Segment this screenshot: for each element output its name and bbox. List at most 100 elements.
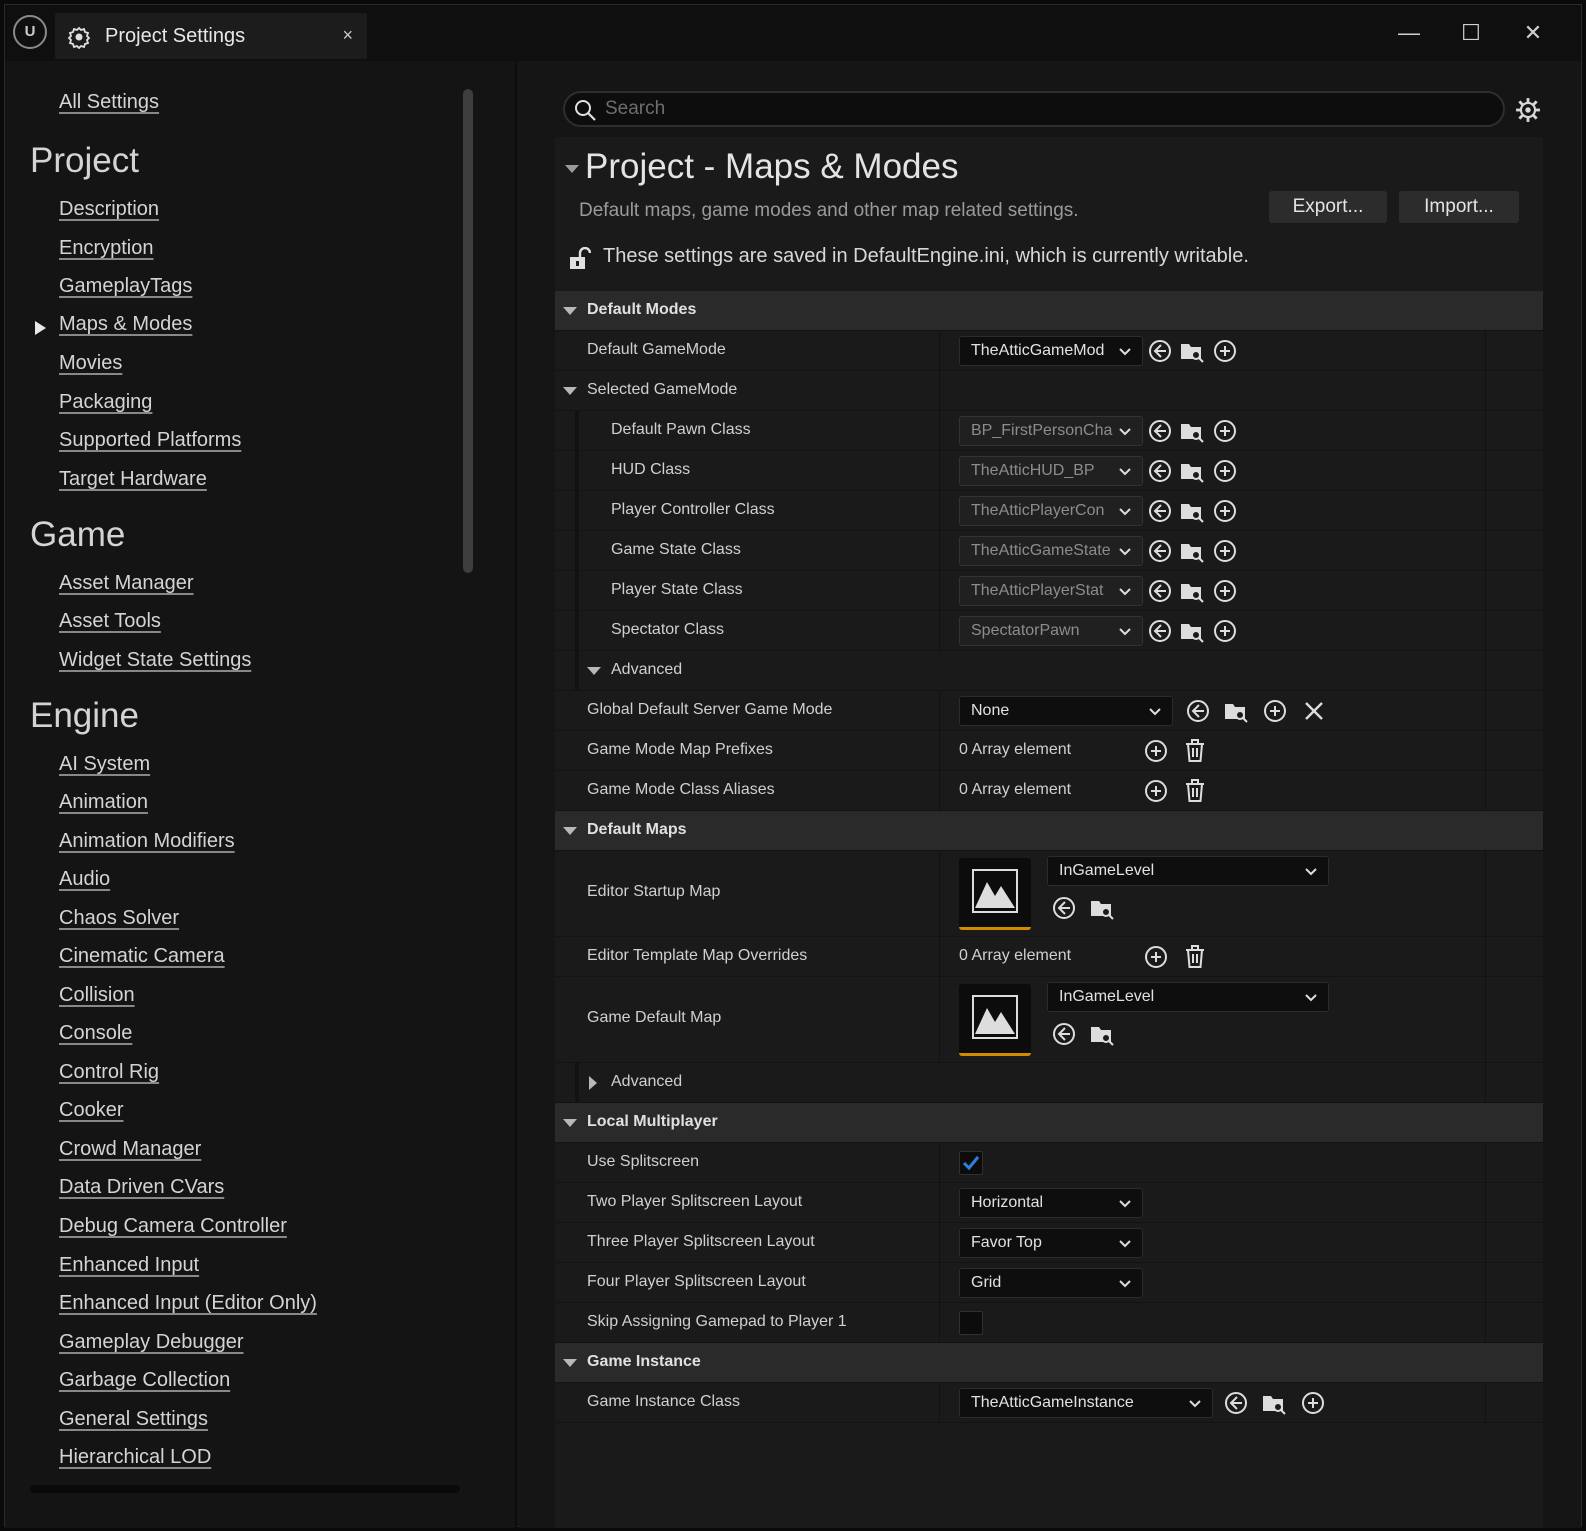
reset-arrow-icon[interactable] — [1147, 338, 1173, 364]
skip-gamepad-checkbox[interactable] — [959, 1311, 983, 1335]
add-circle-icon[interactable] — [1143, 944, 1169, 970]
maximize-button[interactable]: ☐ — [1451, 15, 1491, 51]
collapse-arrow-icon[interactable] — [563, 387, 577, 395]
tab-project-settings[interactable]: Project Settings × — [55, 13, 367, 59]
reset-arrow-icon[interactable] — [1051, 1021, 1077, 1047]
hud-class-dropdown[interactable]: TheAtticHUD_BP — [959, 456, 1143, 486]
editor-startup-map-dropdown[interactable]: InGameLevel — [1047, 856, 1329, 886]
row-advanced-modes[interactable]: Advanced — [555, 651, 1543, 691]
three-player-layout-dropdown[interactable]: Favor Top — [959, 1228, 1143, 1258]
sidebar-item-encryption[interactable]: Encryption — [59, 237, 154, 260]
use-splitscreen-checkbox[interactable] — [959, 1151, 983, 1175]
collapse-arrow-icon[interactable] — [563, 307, 577, 315]
add-circle-icon[interactable] — [1212, 618, 1238, 644]
player-controller-dropdown[interactable]: TheAtticPlayerCon — [959, 496, 1143, 526]
sidebar-item-movies[interactable]: Movies — [59, 352, 122, 375]
browse-folder-icon[interactable] — [1179, 618, 1205, 644]
close-window-button[interactable]: ✕ — [1513, 15, 1553, 51]
add-circle-icon[interactable] — [1212, 498, 1238, 524]
sidebar-item-widget-state-settings[interactable]: Widget State Settings — [59, 649, 251, 672]
category-local-multiplayer[interactable]: Local Multiplayer — [555, 1103, 1543, 1143]
search-input[interactable] — [605, 96, 1485, 122]
add-circle-icon[interactable] — [1143, 738, 1169, 764]
browse-folder-icon[interactable] — [1179, 498, 1205, 524]
reset-arrow-icon[interactable] — [1223, 1390, 1249, 1416]
add-circle-icon[interactable] — [1212, 418, 1238, 444]
row-selected-gamemode[interactable]: Selected GameMode — [555, 371, 1543, 411]
four-player-layout-dropdown[interactable]: Grid — [959, 1268, 1143, 1298]
sidebar-item-supported-platforms[interactable]: Supported Platforms — [59, 429, 241, 452]
sidebar-item-description[interactable]: Description — [59, 198, 159, 221]
export-button[interactable]: Export... — [1269, 191, 1387, 223]
expand-arrow-icon[interactable] — [589, 1076, 597, 1090]
level-thumbnail[interactable] — [959, 858, 1031, 930]
reset-arrow-icon[interactable] — [1051, 895, 1077, 921]
browse-folder-icon[interactable] — [1089, 895, 1115, 921]
level-thumbnail[interactable] — [959, 984, 1031, 1056]
sidebar-item-hierarchical-lod[interactable]: Hierarchical LOD — [59, 1446, 211, 1469]
spectator-dropdown[interactable]: SpectatorPawn — [959, 616, 1143, 646]
add-circle-icon[interactable] — [1300, 1390, 1326, 1416]
sidebar-item-general-settings[interactable]: General Settings — [59, 1408, 208, 1431]
close-tab-icon[interactable]: × — [342, 25, 353, 46]
game-default-map-dropdown[interactable]: InGameLevel — [1047, 982, 1329, 1012]
trash-icon[interactable] — [1182, 944, 1208, 970]
sidebar-item-cooker[interactable]: Cooker — [59, 1099, 123, 1122]
sidebar-item-animation[interactable]: Animation — [59, 791, 148, 814]
clear-x-icon[interactable] — [1301, 698, 1327, 724]
reset-arrow-icon[interactable] — [1147, 578, 1173, 604]
reset-arrow-icon[interactable] — [1147, 498, 1173, 524]
sidebar-item-crowd-manager[interactable]: Crowd Manager — [59, 1138, 201, 1161]
sidebar-item-enhanced-input-editor[interactable]: Enhanced Input (Editor Only) — [59, 1292, 317, 1315]
collapse-arrow-icon[interactable] — [587, 667, 601, 675]
add-circle-icon[interactable] — [1212, 458, 1238, 484]
collapse-arrow-icon[interactable] — [565, 165, 579, 173]
browse-folder-icon[interactable] — [1179, 538, 1205, 564]
sidebar-item-gameplay-debugger[interactable]: Gameplay Debugger — [59, 1331, 244, 1354]
server-game-mode-dropdown[interactable]: None — [959, 696, 1173, 726]
add-circle-icon[interactable] — [1212, 538, 1238, 564]
category-default-modes[interactable]: Default Modes — [555, 291, 1543, 331]
browse-folder-icon[interactable] — [1179, 578, 1205, 604]
add-circle-icon[interactable] — [1212, 578, 1238, 604]
browse-folder-icon[interactable] — [1179, 338, 1205, 364]
two-player-layout-dropdown[interactable]: Horizontal — [959, 1188, 1143, 1218]
sidebar-item-collision[interactable]: Collision — [59, 984, 135, 1007]
browse-folder-icon[interactable] — [1179, 418, 1205, 444]
browse-folder-icon[interactable] — [1089, 1021, 1115, 1047]
add-circle-icon[interactable] — [1262, 698, 1288, 724]
reset-arrow-icon[interactable] — [1147, 418, 1173, 444]
settings-gear-icon[interactable] — [1515, 97, 1541, 123]
unreal-logo-icon[interactable]: U — [13, 15, 47, 49]
default-gamemode-dropdown[interactable]: TheAtticGameMod — [959, 336, 1143, 366]
sidebar-item-control-rig[interactable]: Control Rig — [59, 1061, 159, 1084]
trash-icon[interactable] — [1182, 738, 1208, 764]
sidebar-item-enhanced-input[interactable]: Enhanced Input — [59, 1254, 199, 1277]
sidebar-item-asset-manager[interactable]: Asset Manager — [59, 572, 194, 595]
game-state-dropdown[interactable]: TheAtticGameState — [959, 536, 1143, 566]
game-instance-dropdown[interactable]: TheAtticGameInstance — [959, 1388, 1213, 1418]
browse-folder-icon[interactable] — [1179, 458, 1205, 484]
browse-folder-icon[interactable] — [1261, 1390, 1287, 1416]
row-advanced-maps[interactable]: Advanced — [555, 1063, 1543, 1103]
trash-icon[interactable] — [1182, 778, 1208, 804]
collapse-arrow-icon[interactable] — [563, 1119, 577, 1127]
collapse-arrow-icon[interactable] — [563, 827, 577, 835]
sidebar-item-packaging[interactable]: Packaging — [59, 391, 152, 414]
sidebar-item-console[interactable]: Console — [59, 1022, 132, 1045]
sidebar-scrollbar[interactable] — [463, 89, 473, 573]
sidebar-item-animation-modifiers[interactable]: Animation Modifiers — [59, 830, 235, 853]
reset-arrow-icon[interactable] — [1147, 458, 1173, 484]
reset-arrow-icon[interactable] — [1185, 698, 1211, 724]
sidebar-item-maps-modes[interactable]: Maps & Modes — [59, 313, 192, 336]
sidebar-item-asset-tools[interactable]: Asset Tools — [59, 610, 161, 633]
sidebar-item-all-settings[interactable]: All Settings — [59, 91, 159, 114]
default-pawn-dropdown[interactable]: BP_FirstPersonCha — [959, 416, 1143, 446]
sidebar-item-garbage-collection[interactable]: Garbage Collection — [59, 1369, 230, 1392]
reset-arrow-icon[interactable] — [1147, 538, 1173, 564]
sidebar-item-ai-system[interactable]: AI System — [59, 753, 150, 776]
collapse-arrow-icon[interactable] — [563, 1359, 577, 1367]
sidebar-item-chaos-solver[interactable]: Chaos Solver — [59, 907, 179, 930]
sidebar-item-audio[interactable]: Audio — [59, 868, 110, 891]
import-button[interactable]: Import... — [1399, 191, 1519, 223]
